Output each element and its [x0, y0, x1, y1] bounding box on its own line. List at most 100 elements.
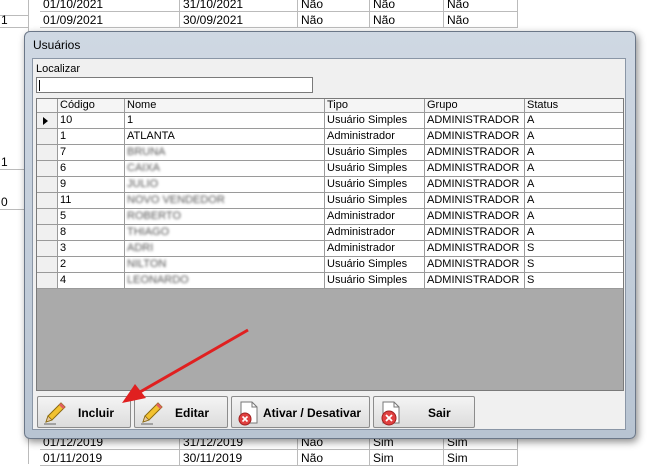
header-status[interactable]: Status: [525, 99, 623, 113]
search-input[interactable]: [36, 77, 313, 93]
cell-nome: BRUNA: [125, 145, 325, 161]
cell-codigo: 10: [58, 113, 125, 129]
bg-cell-a: Não: [298, 0, 370, 12]
table-header: Código Nome Tipo Grupo Status: [37, 99, 623, 113]
table-row[interactable]: 4 LEONARDO Usuário Simples ADMINISTRADOR S: [37, 273, 623, 289]
cell-codigo-text: 6: [60, 162, 67, 174]
incluir-button-label: Incluir: [78, 406, 115, 420]
header-indicator: [37, 99, 58, 113]
cell-codigo: 2: [58, 257, 125, 273]
cell-nome: NOVO VENDEDOR: [125, 193, 325, 209]
ativar-desativar-button[interactable]: Ativar / Desativar: [231, 396, 370, 428]
cell-codigo: 7: [58, 145, 125, 161]
cell-codigo-text: 2: [60, 258, 67, 270]
table-row[interactable]: 1 ATLANTA Administrador ADMINISTRADOR A: [37, 129, 623, 145]
incluir-button[interactable]: Incluir: [37, 396, 131, 428]
row-indicator: [37, 177, 58, 193]
row-indicator: [37, 225, 58, 241]
bg-cell-c: Não: [444, 12, 518, 28]
cell-grupo-text: ADMINISTRADOR: [427, 114, 520, 126]
cell-tipo: Usuário Simples: [325, 113, 425, 129]
cell-codigo-text: 3: [60, 242, 67, 254]
header-codigo[interactable]: Código: [58, 99, 125, 113]
cell-grupo-text: ADMINISTRADOR: [427, 274, 520, 286]
table-row[interactable]: 8 THIAGO Administrador ADMINISTRADOR A: [37, 225, 623, 241]
ativar-desativar-button-label: Ativar / Desativar: [263, 406, 362, 420]
cell-tipo-text: Usuário Simples: [327, 258, 408, 270]
sair-button-label: Sair: [428, 406, 451, 420]
bg-cell-start: 01/09/2021: [40, 12, 180, 28]
bg-cell-b: Não: [370, 12, 444, 28]
sair-button[interactable]: Sair: [373, 396, 475, 428]
table-row[interactable]: 3 ADRI Administrador ADMINISTRADOR S: [37, 241, 623, 257]
current-row-arrow-icon: [43, 117, 48, 125]
header-nome[interactable]: Nome: [125, 99, 325, 113]
cell-codigo: 9: [58, 177, 125, 193]
cell-tipo: Usuário Simples: [325, 193, 425, 209]
table-row[interactable]: 6 CAIXA Usuário Simples ADMINISTRADOR A: [37, 161, 623, 177]
cell-tipo-text: Administrador: [327, 210, 395, 222]
table-row[interactable]: 5 ROBERTO Administrador ADMINISTRADOR A: [37, 209, 623, 225]
cell-nome-text: NILTON: [127, 258, 167, 270]
row-indicator: [37, 129, 58, 145]
users-dialog: Usuários Localizar Código Nome Tipo Grup…: [24, 31, 636, 439]
cell-tipo-text: Usuário Simples: [327, 194, 408, 206]
dialog-body: Localizar Código Nome Tipo Grupo Status …: [32, 58, 626, 430]
header-tipo[interactable]: Tipo: [325, 99, 425, 113]
table-row[interactable]: 2 NILTON Usuário Simples ADMINISTRADOR S: [37, 257, 623, 273]
cell-tipo: Usuário Simples: [325, 257, 425, 273]
cell-tipo: Usuário Simples: [325, 145, 425, 161]
cell-grupo-text: ADMINISTRADOR: [427, 242, 520, 254]
cell-status-text: A: [527, 178, 535, 190]
cell-codigo: 11: [58, 193, 125, 209]
cell-grupo: ADMINISTRADOR: [425, 161, 525, 177]
cell-status-text: A: [527, 114, 535, 126]
cell-codigo-text: 4: [60, 274, 67, 286]
bg-row: 01/10/2021 31/10/2021 Não Não Não: [0, 0, 518, 12]
cell-grupo: ADMINISTRADOR: [425, 241, 525, 257]
table-row[interactable]: 7 BRUNA Usuário Simples ADMINISTRADOR A: [37, 145, 623, 161]
cell-nome: CAIXA: [125, 161, 325, 177]
cell-status-text: S: [527, 274, 535, 286]
pencil-icon: [44, 402, 66, 425]
pencil-icon: [141, 402, 163, 425]
row-indicator: [37, 209, 58, 225]
table-row[interactable]: 11 NOVO VENDEDOR Usuário Simples ADMINISTRA…: [37, 193, 623, 209]
cell-nome: LEONARDO: [125, 273, 325, 289]
cell-nome-text: ADRI: [127, 242, 154, 254]
cell-grupo: ADMINISTRADOR: [425, 257, 525, 273]
cell-grupo-text: ADMINISTRADOR: [427, 258, 520, 270]
editar-button[interactable]: Editar: [134, 396, 228, 428]
cell-tipo-text: Administrador: [327, 226, 395, 238]
cell-status-text: A: [527, 130, 535, 142]
row-indicator: [37, 273, 58, 289]
cell-status: S: [525, 257, 623, 273]
cell-grupo-text: ADMINISTRADOR: [427, 226, 520, 238]
cell-nome: ADRI: [125, 241, 325, 257]
header-grupo[interactable]: Grupo: [425, 99, 525, 113]
cell-tipo: Administrador: [325, 129, 425, 145]
cell-codigo-text: 5: [60, 210, 67, 222]
cell-tipo-text: Usuário Simples: [327, 274, 408, 286]
cell-grupo-text: ADMINISTRADOR: [427, 194, 520, 206]
row-indicator: [37, 113, 58, 129]
table-row[interactable]: 10 1 Usuário Simples ADMINISTRADOR A: [37, 113, 623, 129]
cell-nome-text: CAIXA: [127, 162, 161, 174]
bg-cell-start: 01/10/2021: [40, 0, 180, 12]
cell-codigo-text: 1: [60, 130, 67, 142]
cell-grupo-text: ADMINISTRADOR: [427, 146, 520, 158]
cell-codigo: 3: [58, 241, 125, 257]
cell-status: A: [525, 177, 623, 193]
cell-codigo: 6: [58, 161, 125, 177]
row-indicator: [37, 241, 58, 257]
cell-grupo-text: ADMINISTRADOR: [427, 178, 520, 190]
cell-codigo-text: 7: [60, 146, 67, 158]
cell-nome-text: BRUNA: [127, 146, 166, 158]
text-caret: [39, 80, 40, 91]
cell-nome: ROBERTO: [125, 209, 325, 225]
table-row[interactable]: 9 JULIO Usuário Simples ADMINISTRADOR A: [37, 177, 623, 193]
cell-status-text: A: [527, 226, 535, 238]
cell-tipo: Administrador: [325, 241, 425, 257]
users-table[interactable]: Código Nome Tipo Grupo Status 10 1 Usuário…: [36, 98, 624, 391]
cell-grupo: ADMINISTRADOR: [425, 193, 525, 209]
